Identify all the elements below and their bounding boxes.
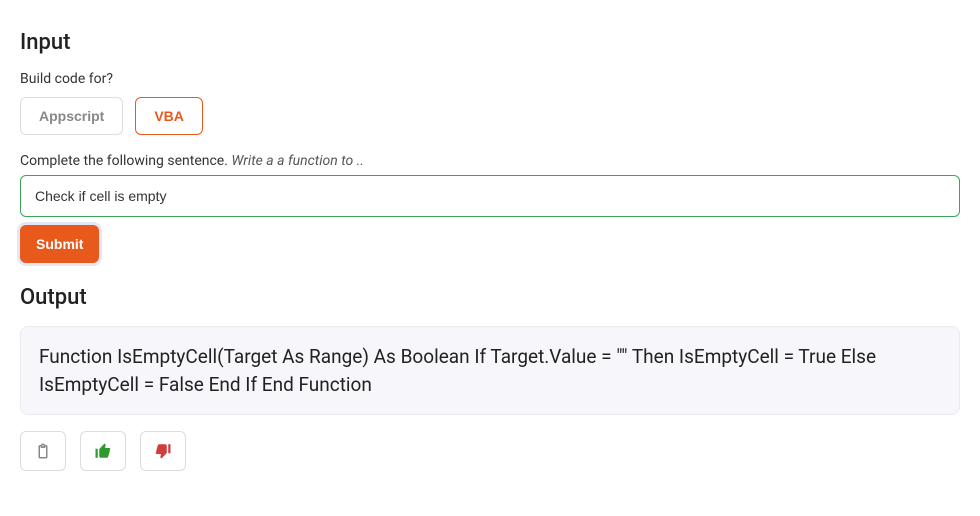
prompt-label: Complete the following sentence. Write a…	[20, 153, 960, 169]
prompt-label-plain: Complete the following sentence.	[20, 153, 231, 169]
thumbs-down-button[interactable]	[140, 431, 186, 471]
copy-button[interactable]	[20, 431, 66, 471]
output-actions	[20, 431, 960, 471]
thumbs-up-button[interactable]	[80, 431, 126, 471]
clipboard-icon	[34, 442, 52, 460]
thumbs-up-icon	[94, 442, 112, 460]
prompt-input[interactable]	[20, 175, 960, 217]
input-heading: Input	[20, 30, 960, 55]
output-code: Function IsEmptyCell(Target As Range) As…	[20, 326, 960, 415]
thumbs-down-icon	[154, 442, 172, 460]
prompt-label-italic: Write a a function to ..	[231, 153, 363, 169]
submit-button[interactable]: Submit	[20, 225, 99, 263]
language-toggle: Appscript VBA	[20, 97, 960, 135]
appscript-option[interactable]: Appscript	[20, 97, 123, 135]
build-code-label: Build code for?	[20, 71, 960, 87]
output-heading: Output	[20, 285, 960, 310]
vba-option[interactable]: VBA	[135, 97, 203, 135]
